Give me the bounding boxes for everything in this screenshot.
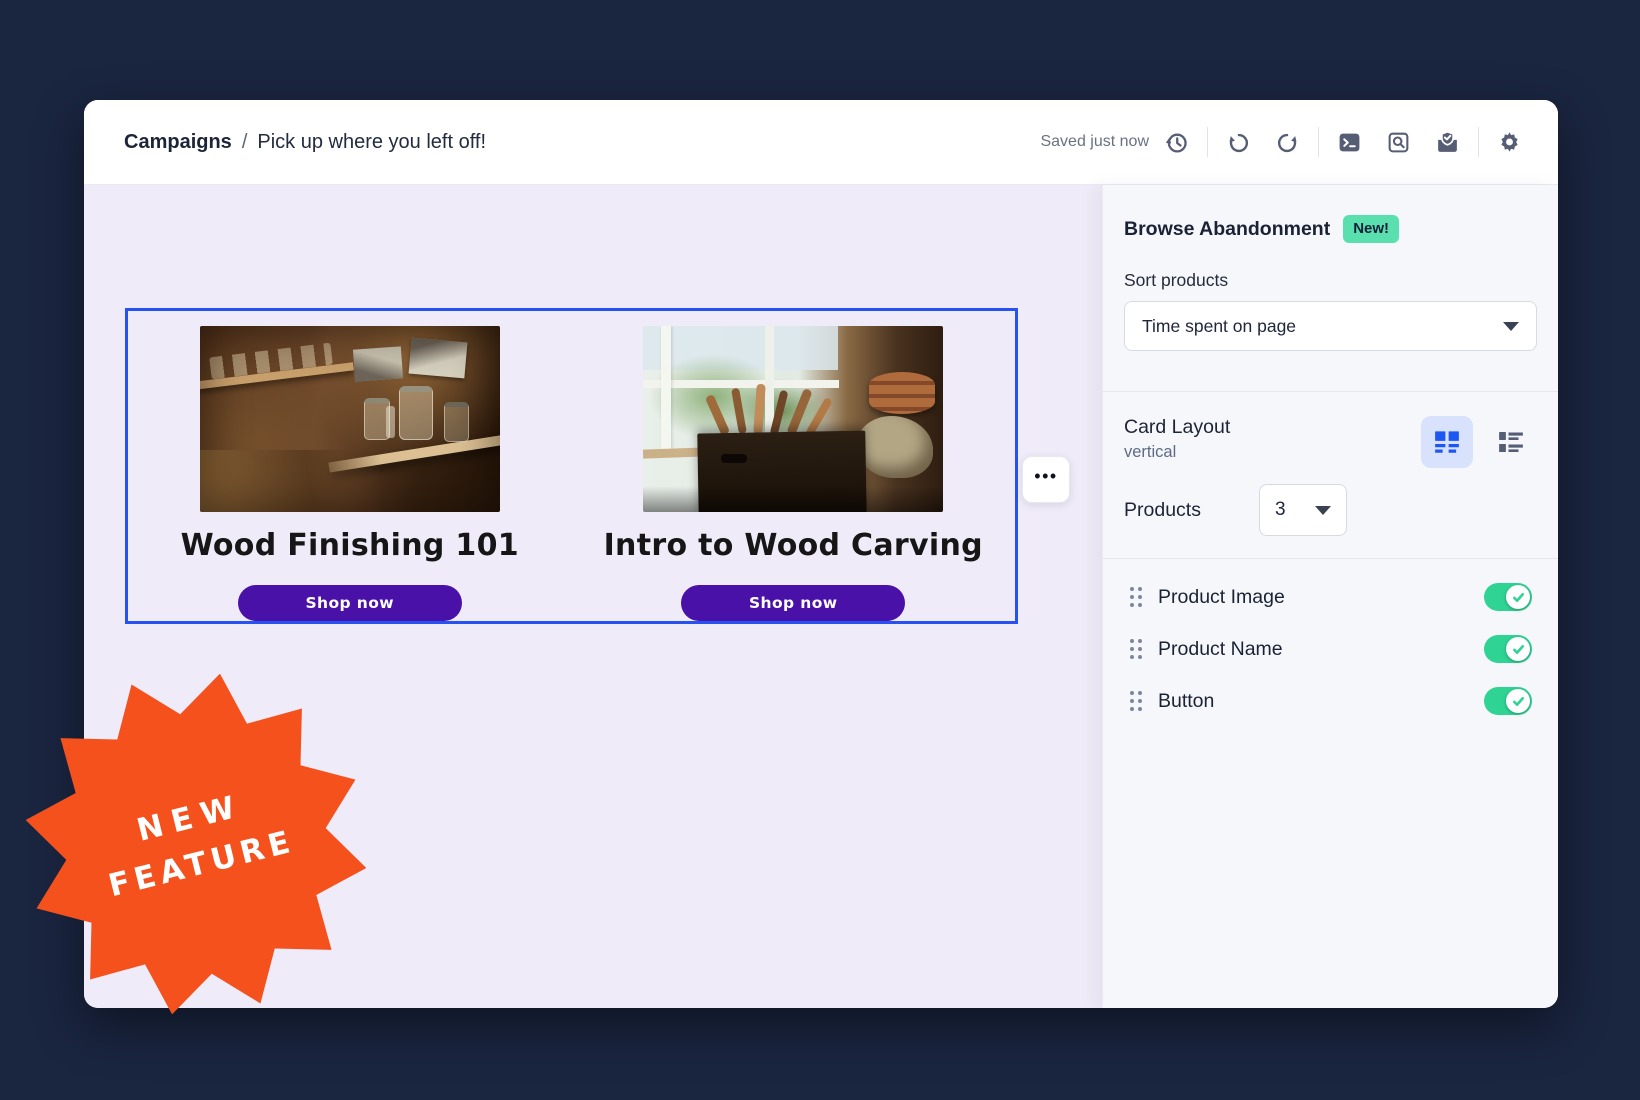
sort-products-select[interactable]: Time spent on page [1124,301,1537,351]
preview-icon[interactable] [1385,129,1412,156]
product-image[interactable] [200,326,500,512]
toggle-label: Button [1158,690,1214,713]
button-toggle[interactable] [1484,687,1532,715]
undo-icon[interactable] [1225,129,1252,156]
divider [1103,391,1558,392]
horizontal-card-layout-icon[interactable] [1485,416,1537,468]
toggle-label: Product Image [1158,586,1285,609]
product-card: Wood Finishing 101 Shop now [128,311,572,621]
toggle-row-button: Button [1124,675,1537,727]
shop-now-button[interactable]: Shop now [681,585,905,621]
toggle-row-product-name: Product Name [1124,623,1537,675]
shop-now-button[interactable]: Shop now [238,585,462,621]
selected-product-block[interactable]: Wood Finishing 101 Shop now Intro to Woo… [125,308,1018,624]
card-layout-value: vertical [1124,443,1230,462]
app-header: Campaigns / Pick up where you left off! … [84,100,1558,185]
drag-handle-icon[interactable] [1130,639,1142,659]
chevron-down-icon [1503,322,1519,331]
breadcrumb-campaigns[interactable]: Campaigns [124,131,232,154]
vertical-card-layout-icon[interactable] [1421,416,1473,468]
divider [1103,558,1558,559]
sort-products-value: Time spent on page [1142,316,1296,337]
version-history-icon[interactable] [1163,129,1190,156]
products-count-select[interactable]: 3 [1259,484,1347,536]
products-label: Products [1124,499,1201,522]
toggle-check-icon [1506,689,1530,713]
new-badge: New! [1343,215,1399,243]
sidebar-title: Browse Abandonment [1124,218,1330,241]
toolbar-divider [1318,127,1319,157]
settings-sidebar: Browse Abandonment New! Sort products Ti… [1102,185,1558,1008]
page-title: Pick up where you left off! [257,131,486,154]
drag-handle-icon[interactable] [1130,691,1142,711]
send-test-icon[interactable] [1434,129,1461,156]
toolbar-divider [1478,127,1479,157]
product-name[interactable]: Intro to Wood Carving [604,528,983,563]
breadcrumb-separator: / [242,131,248,154]
saved-status: Saved just now [1040,133,1149,151]
product-card: Intro to Wood Carving Shop now [572,311,1016,621]
toggle-label: Product Name [1158,638,1283,661]
block-options-button[interactable]: ••• [1022,456,1070,503]
product-name-toggle[interactable] [1484,635,1532,663]
products-count-value: 3 [1275,499,1286,521]
code-icon[interactable] [1336,129,1363,156]
card-layout-label: Card Layout [1124,416,1230,439]
product-name[interactable]: Wood Finishing 101 [181,528,519,563]
toggle-check-icon [1506,637,1530,661]
header-toolbar: Saved just now [1040,127,1523,157]
sort-products-label: Sort products [1124,270,1537,291]
chevron-down-icon [1315,506,1331,515]
breadcrumb: Campaigns / Pick up where you left off! [124,131,486,154]
product-image-toggle[interactable] [1484,583,1532,611]
new-feature-sticker: NEW FEATURE [24,672,368,1016]
drag-handle-icon[interactable] [1130,587,1142,607]
product-image[interactable] [643,326,943,512]
redo-icon[interactable] [1274,129,1301,156]
toggle-check-icon [1506,585,1530,609]
card-layout-group: Card Layout vertical [1124,416,1230,462]
settings-icon[interactable] [1496,129,1523,156]
toggle-row-product-image: Product Image [1124,571,1537,623]
toolbar-divider [1207,127,1208,157]
